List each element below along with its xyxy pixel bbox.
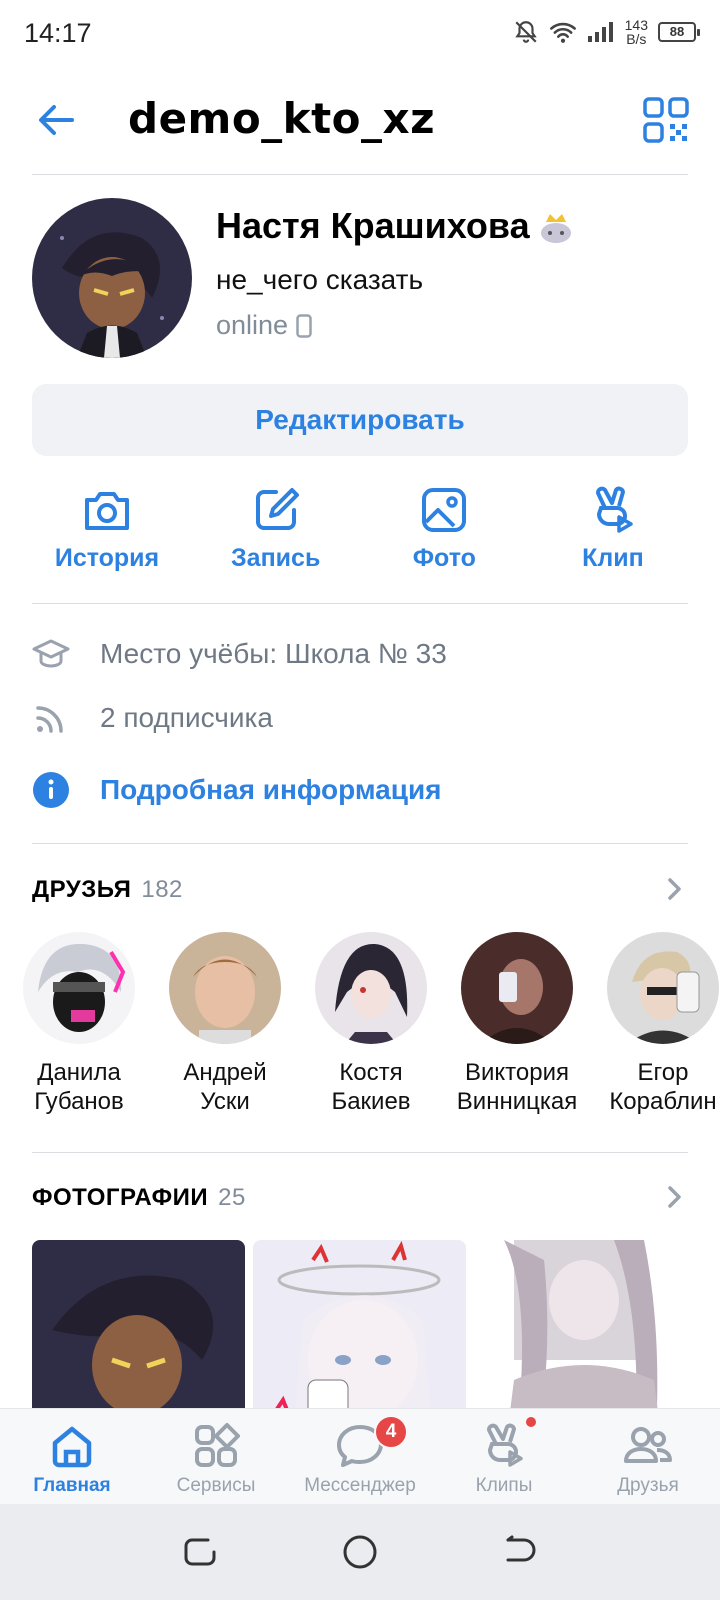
- friends-header[interactable]: ДРУЗЬЯ 182: [32, 876, 183, 904]
- friend-avatar: [23, 932, 135, 1044]
- clip-icon: [595, 486, 633, 533]
- details-link[interactable]: Подробная информация: [32, 768, 442, 812]
- post-label: Запись: [231, 544, 321, 572]
- qr-code-icon[interactable]: [642, 96, 690, 144]
- wifi-icon: [549, 22, 576, 43]
- followers-text: 2 подписчика: [100, 702, 273, 733]
- details-text: Подробная информация: [100, 774, 442, 805]
- home-icon: [52, 1426, 92, 1468]
- friends-icon: [624, 1427, 672, 1463]
- friends-count: 182: [141, 876, 183, 903]
- friend-name: Андрей Уски: [183, 1059, 267, 1115]
- bell-off-icon: [514, 21, 537, 43]
- tab-clips[interactable]: Клипы: [432, 1409, 576, 1504]
- tab-messenger-label: Мессенджер: [304, 1475, 416, 1496]
- rss-icon: [32, 699, 70, 737]
- photos-count: 25: [218, 1184, 246, 1211]
- speed-unit: B/s: [626, 31, 647, 47]
- info-divider: [32, 843, 688, 844]
- photos-grid: [32, 1240, 688, 1410]
- friend-item[interactable]: Андрей Уски: [166, 932, 284, 1122]
- friend-item[interactable]: Виктория Винницкая: [456, 932, 578, 1122]
- speed-value: 143: [624, 17, 648, 33]
- friends-list: Данила Губанов Андрей Уски Костя Бакиев …: [20, 932, 720, 1122]
- chevron-right-icon[interactable]: [660, 875, 688, 903]
- profile-name: Настя Крашихова: [216, 205, 576, 247]
- photo-thumbnail[interactable]: [253, 1240, 466, 1410]
- story-button[interactable]: История: [32, 484, 182, 584]
- profile-status: не_чего сказать: [216, 264, 424, 295]
- actions-divider: [32, 603, 688, 604]
- profile-name-text: Настя Крашихова: [216, 205, 530, 246]
- recent-apps-icon[interactable]: [180, 1532, 220, 1572]
- clip-button[interactable]: Клип: [538, 484, 688, 584]
- photos-title: ФОТОГРАФИИ: [32, 1184, 209, 1211]
- photos-header[interactable]: ФОТОГРАФИИ 25: [32, 1184, 246, 1212]
- post-button[interactable]: Запись: [201, 484, 351, 584]
- friend-name: Егор Кораблин: [609, 1059, 717, 1115]
- friend-name: Костя Бакиев: [331, 1059, 411, 1115]
- friend-item[interactable]: Егор Кораблин: [604, 932, 720, 1122]
- chevron-right-icon[interactable]: [660, 1183, 688, 1211]
- friend-item[interactable]: Костя Бакиев: [312, 932, 430, 1122]
- photo-label: Фото: [412, 544, 476, 572]
- tab-services-label: Сервисы: [176, 1475, 256, 1496]
- bottom-tab-bar: Главная Сервисы Мессенджер 4 Клипы Друзь…: [0, 1408, 720, 1504]
- story-label: История: [54, 544, 160, 572]
- friend-avatar: [461, 932, 573, 1044]
- online-status: online: [216, 310, 312, 341]
- photo-thumbnail[interactable]: [32, 1240, 245, 1410]
- friend-name: Данила Губанов: [34, 1059, 124, 1115]
- signal-icon: [587, 22, 613, 42]
- tab-friends-label: Друзья: [617, 1475, 679, 1496]
- friends-divider: [32, 1152, 688, 1153]
- back-nav-icon[interactable]: [500, 1532, 540, 1572]
- tab-messenger[interactable]: Мессенджер 4: [288, 1409, 432, 1504]
- home-circle-icon[interactable]: [340, 1532, 380, 1572]
- clips-icon: [487, 1423, 523, 1467]
- unread-badge: 4: [374, 1415, 408, 1449]
- tab-services[interactable]: Сервисы: [144, 1409, 288, 1504]
- header-divider: [32, 174, 688, 175]
- tab-home[interactable]: Главная: [0, 1409, 144, 1504]
- battery-icon: 88: [658, 22, 700, 42]
- page-title: demo_kto_xz: [128, 94, 436, 143]
- photo-thumbnail[interactable]: [474, 1240, 687, 1410]
- tab-home-label: Главная: [33, 1475, 111, 1496]
- network-speed: 143 B/s: [625, 18, 648, 46]
- info-icon: [32, 771, 70, 809]
- avatar[interactable]: [32, 198, 192, 358]
- tab-friends[interactable]: Друзья: [576, 1409, 720, 1504]
- graduation-cap-icon: [32, 635, 70, 673]
- friend-avatar: [607, 932, 719, 1044]
- image-icon: [422, 488, 467, 532]
- friend-avatar: [169, 932, 281, 1044]
- friend-item[interactable]: Данила Губанов: [20, 932, 138, 1122]
- education-row: Место учёбы: Школа № 33: [32, 632, 447, 676]
- education-text: Место учёбы: Школа № 33: [100, 638, 447, 669]
- services-icon: [195, 1423, 240, 1467]
- crown-cat-sticker-icon: [540, 214, 571, 243]
- friends-title: ДРУЗЬЯ: [32, 876, 132, 903]
- photo-button[interactable]: Фото: [369, 484, 519, 584]
- mobile-phone-icon: [296, 313, 312, 338]
- camera-icon: [85, 492, 129, 530]
- edit-icon: [255, 488, 299, 530]
- system-nav-bar: [0, 1504, 720, 1600]
- profile-header: demo_kto_xz: [0, 66, 720, 176]
- friend-name: Виктория Винницкая: [456, 1059, 578, 1115]
- back-arrow-icon[interactable]: [32, 96, 80, 144]
- friend-avatar: [315, 932, 427, 1044]
- status-bar: 14:17 143 B/s 88: [0, 0, 720, 66]
- tab-clips-label: Клипы: [475, 1475, 533, 1496]
- status-time: 14:17: [24, 18, 92, 48]
- online-label: online: [216, 310, 289, 340]
- followers-row[interactable]: 2 подписчика: [32, 696, 273, 740]
- status-icons: 143 B/s 88: [513, 16, 700, 48]
- edit-profile-button[interactable]: Редактировать: [32, 384, 688, 456]
- new-content-dot: [526, 1417, 536, 1427]
- clip-label: Клип: [582, 544, 644, 572]
- quick-actions: История Запись Фото Клип: [32, 484, 688, 584]
